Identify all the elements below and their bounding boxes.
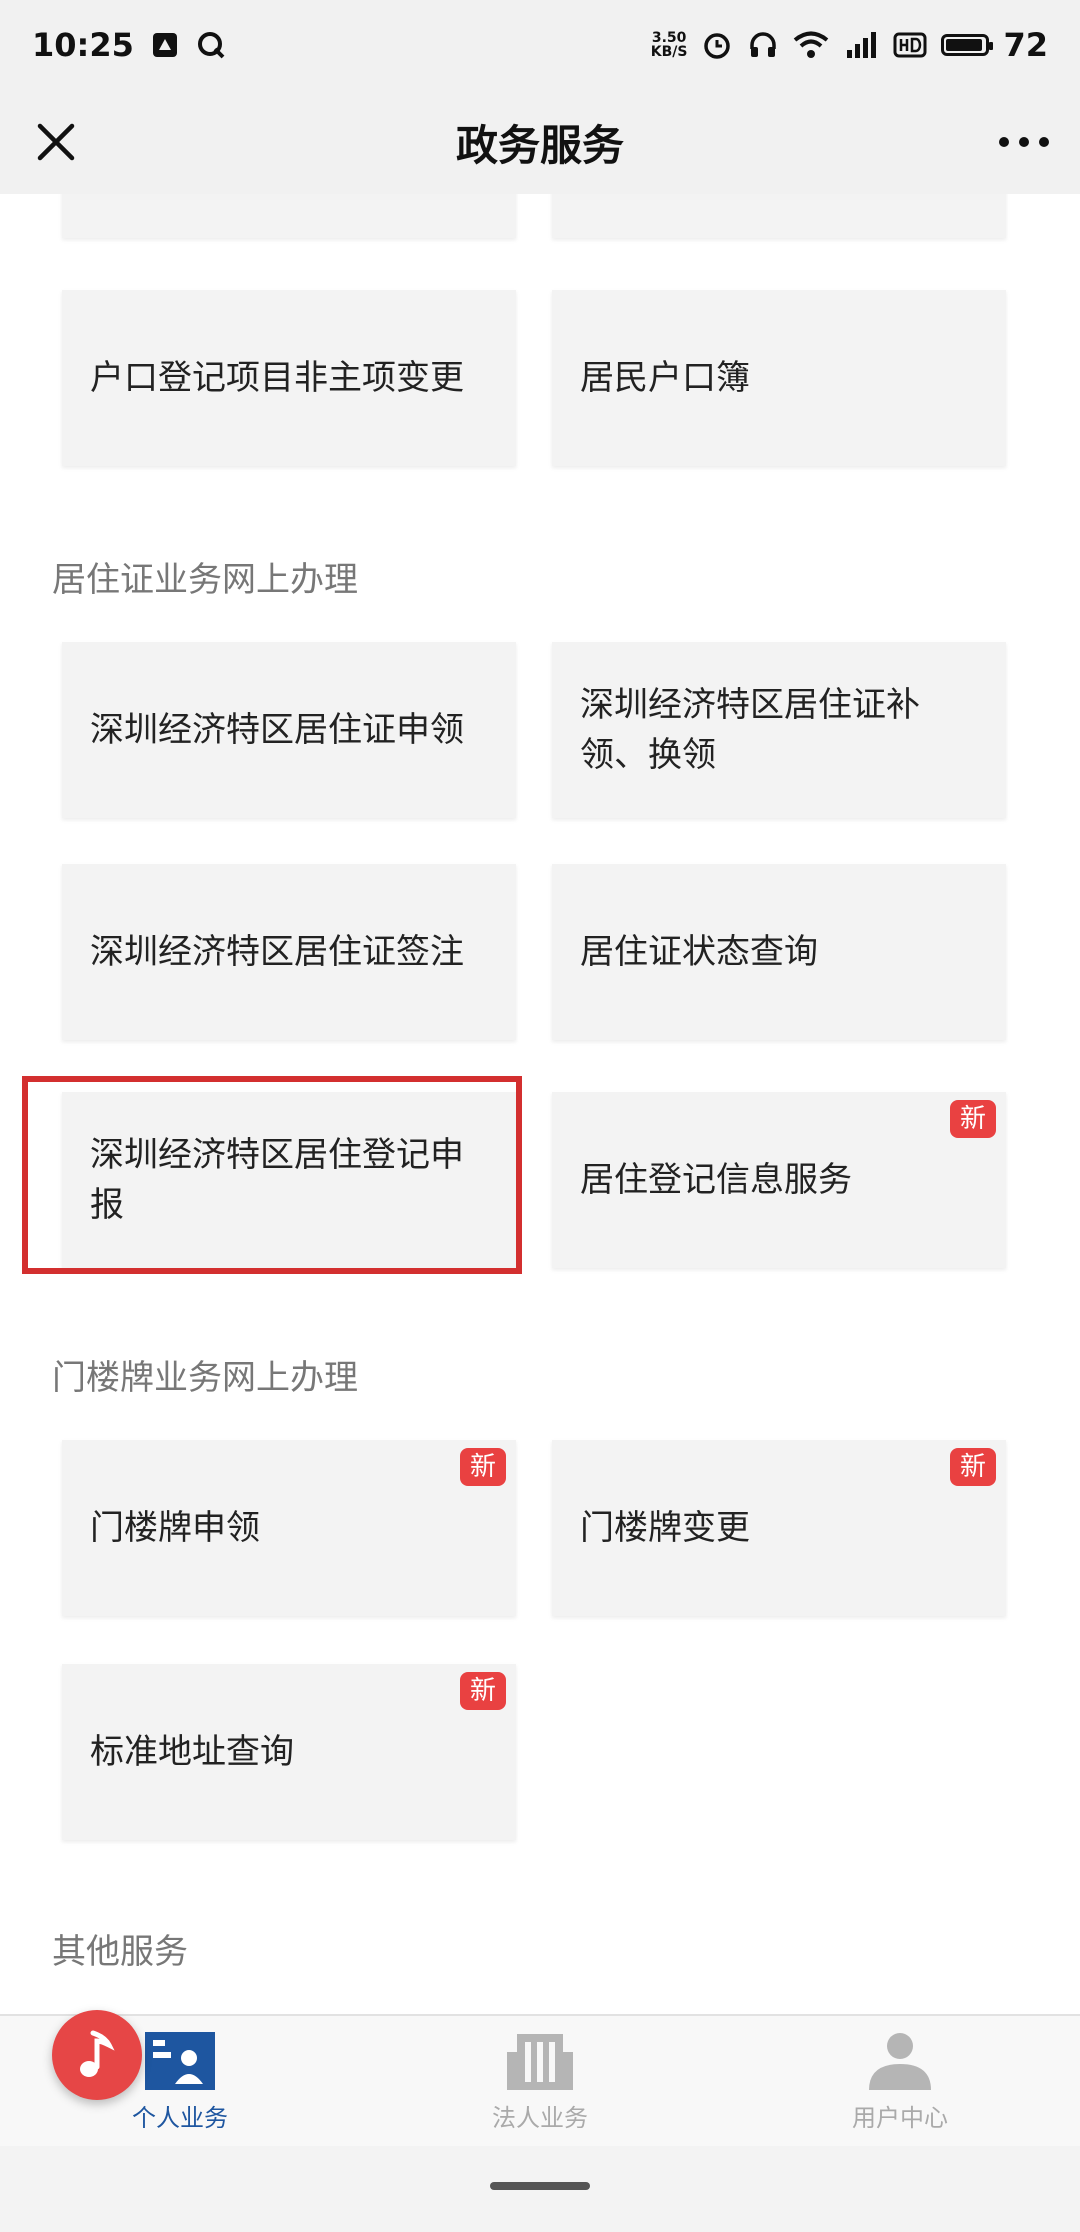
tab-label: 个人业务 xyxy=(132,2103,228,2132)
service-card-residence-reissue[interactable]: 深圳经济特区居住证补领、换领 xyxy=(552,642,1006,818)
new-badge: 新 xyxy=(460,1448,506,1486)
service-card-residence-endorse[interactable]: 深圳经济特区居住证签注 xyxy=(62,864,516,1040)
service-list[interactable]: 户口登记项目非主项变更 居民户口簿 居住证业务网上办理 深圳经济特区居住证申领 … xyxy=(0,194,1080,2014)
section-title-other: 其他服务 xyxy=(52,1932,188,1972)
new-badge: 新 xyxy=(950,1100,996,1138)
net-speed-unit: KB/S xyxy=(650,44,688,60)
tab-user-center[interactable]: 用户中心 xyxy=(720,2016,1080,2146)
service-card-label: 居住证状态查询 xyxy=(580,932,818,972)
building-icon xyxy=(507,2033,573,2090)
notification-icon xyxy=(150,30,180,60)
more-options-icon[interactable] xyxy=(994,114,1054,170)
service-card-label: 居住登记信息服务 xyxy=(580,1160,852,1200)
tab-personal[interactable]: 个人业务 xyxy=(0,2016,360,2146)
floating-music-button[interactable] xyxy=(52,2010,142,2100)
headphones-icon xyxy=(747,29,779,61)
status-left: 10:25 xyxy=(32,26,226,64)
page-title: 政务服务 xyxy=(455,120,624,170)
user-icon xyxy=(869,2032,931,2090)
service-card-partial[interactable] xyxy=(62,194,516,238)
service-card-partial[interactable] xyxy=(552,194,1006,238)
net-speed: 3.50 KB/S xyxy=(651,31,688,59)
wifi-icon xyxy=(793,30,829,60)
service-card-household-change[interactable]: 户口登记项目非主项变更 xyxy=(62,290,516,466)
status-bar: 10:25 3.50 KB/S 72 xyxy=(0,0,1080,90)
service-card-label: 深圳经济特区居住证签注 xyxy=(90,932,464,972)
service-card-label: 居民户口簿 xyxy=(580,358,750,398)
service-card-residence-status[interactable]: 居住证状态查询 xyxy=(552,864,1006,1040)
service-card-label: 门楼牌申领 xyxy=(90,1508,260,1548)
alarm-icon xyxy=(701,29,733,61)
tab-corporate[interactable]: 法人业务 xyxy=(360,2016,720,2146)
new-badge: 新 xyxy=(950,1448,996,1486)
service-card-residence-apply[interactable]: 深圳经济特区居住证申领 xyxy=(62,642,516,818)
music-note-icon xyxy=(80,2030,115,2077)
new-badge: 新 xyxy=(460,1672,506,1710)
personal-business-icon xyxy=(145,2031,215,2090)
battery-icon xyxy=(941,34,994,56)
service-card-label: 深圳经济特区居住登记申报 xyxy=(90,1135,464,1225)
hd-call-icon xyxy=(893,30,927,60)
service-card-household-register[interactable]: 居民户口簿 xyxy=(552,290,1006,466)
close-icon[interactable] xyxy=(28,114,84,170)
tab-label: 法人业务 xyxy=(492,2103,588,2132)
system-nav-bar xyxy=(0,2146,1080,2232)
service-card-doorplate-change[interactable]: 门楼牌变更 新 xyxy=(552,1440,1006,1616)
section-title-residence: 居住证业务网上办理 xyxy=(52,560,358,600)
service-card-residence-registration[interactable]: 深圳经济特区居住登记申报 xyxy=(62,1092,516,1268)
title-bar: 政务服务 xyxy=(0,90,1080,194)
tab-label: 用户中心 xyxy=(852,2103,948,2132)
browser-q-icon xyxy=(196,30,226,60)
section-title-doorplate: 门楼牌业务网上办理 xyxy=(52,1358,358,1398)
service-card-label: 标准地址查询 xyxy=(90,1732,294,1772)
status-right: 3.50 KB/S 72 xyxy=(651,26,1048,64)
battery-level: 72 xyxy=(1003,26,1048,64)
bottom-tab-bar: 个人业务 法人业务 用户中心 xyxy=(0,2014,1080,2146)
service-card-label: 户口登记项目非主项变更 xyxy=(90,358,464,398)
service-card-label: 深圳经济特区居住证补领、换领 xyxy=(580,685,920,775)
service-card-label: 门楼牌变更 xyxy=(580,1508,750,1548)
status-time: 10:25 xyxy=(32,26,134,64)
home-indicator[interactable] xyxy=(490,2182,590,2190)
service-card-label: 深圳经济特区居住证申领 xyxy=(90,710,464,750)
service-card-residence-info[interactable]: 居住登记信息服务 新 xyxy=(552,1092,1006,1268)
service-card-address-query[interactable]: 标准地址查询 新 xyxy=(62,1664,516,1840)
signal-4g-icon xyxy=(843,30,879,60)
service-card-doorplate-apply[interactable]: 门楼牌申领 新 xyxy=(62,1440,516,1616)
